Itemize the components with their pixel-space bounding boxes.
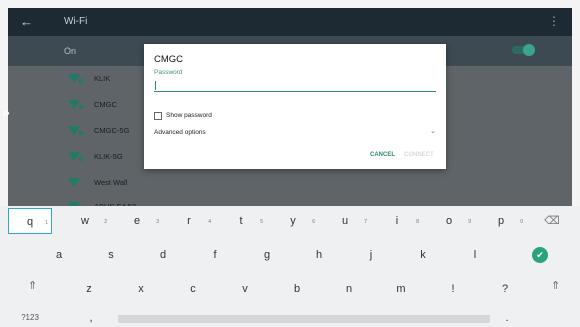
password-field[interactable] [154, 80, 436, 92]
key-label: y [290, 215, 296, 227]
key-hint: 9 [468, 219, 471, 225]
wifi-on-label: On [64, 46, 77, 56]
symbols-key[interactable]: ?123 [6, 310, 54, 326]
backspace-icon[interactable]: ⌫ [528, 208, 576, 234]
key-hint: 2 [104, 219, 107, 225]
password-label: Password [154, 69, 183, 76]
show-password-checkbox[interactable] [154, 112, 162, 120]
shift-left-icon[interactable]: ⇑ [28, 279, 37, 292]
arrow-left-icon[interactable]: ← [20, 14, 33, 29]
enter-key-check-icon[interactable]: ✔ [532, 247, 548, 263]
key-hint: 5 [260, 219, 263, 225]
key-label: w [81, 215, 89, 227]
key-u[interactable]: u7 [320, 208, 370, 234]
advanced-options[interactable]: Advanced options [154, 129, 206, 136]
key-g[interactable]: g [242, 242, 292, 268]
network-name: West Wall [94, 178, 128, 187]
key-j[interactable]: j [346, 242, 396, 268]
key-label: u [341, 215, 349, 227]
app-bar: ← Wi-Fi ⋮ [8, 8, 572, 36]
screen: ← Wi-Fi ⋮ On KLIK CMGC CMGC-5G KLIK-5G W… [0, 0, 580, 327]
key-p[interactable]: p0 [476, 208, 526, 234]
key-v[interactable]: v [220, 276, 270, 302]
key-h[interactable]: h [294, 242, 344, 268]
chevron-down-icon[interactable]: ⌄ [430, 127, 436, 135]
text-caret [155, 81, 156, 90]
key-label: p [497, 215, 505, 227]
key-question[interactable]: ? [480, 276, 530, 302]
key-w[interactable]: w2 [60, 208, 110, 234]
key-hint: 6 [312, 219, 315, 225]
key-k[interactable]: k [398, 242, 448, 268]
side-panel-chevron-icon[interactable]: » [2, 104, 18, 120]
cancel-button[interactable]: CANCEL [370, 152, 395, 158]
network-name: KLIK [94, 74, 111, 83]
key-l[interactable]: l [450, 242, 500, 268]
key-hint: 8 [416, 219, 419, 225]
wifi-toggle[interactable] [512, 44, 535, 56]
page-title: Wi-Fi [64, 16, 88, 27]
key-e[interactable]: e3 [112, 208, 162, 234]
key-hint: 7 [364, 219, 367, 225]
key-i[interactable]: i8 [372, 208, 422, 234]
key-label: t [239, 215, 243, 227]
key-s[interactable]: s [86, 242, 136, 268]
toggle-knob [523, 44, 535, 56]
key-n[interactable]: n [324, 276, 374, 302]
key-a[interactable]: a [34, 242, 84, 268]
lock-icon [79, 157, 83, 161]
network-name: CMGC-5G [94, 126, 130, 135]
key-label: i [395, 215, 399, 227]
lock-icon [79, 79, 83, 83]
key-hint: 3 [156, 219, 159, 225]
key-exclamation[interactable]: ! [428, 276, 478, 302]
key-d[interactable]: d [138, 242, 188, 268]
key-x[interactable]: x [116, 276, 166, 302]
on-screen-keyboard: q1 w2 e3 r4 t5 y6 u7 i8 o9 p0 ⌫ a s d f … [0, 206, 580, 327]
key-m[interactable]: m [376, 276, 426, 302]
key-comma[interactable]: , [84, 310, 98, 326]
show-password-label[interactable]: Show password [166, 112, 212, 119]
key-period[interactable]: . [500, 310, 514, 326]
key-z[interactable]: z [64, 276, 114, 302]
spacebar[interactable] [118, 315, 490, 323]
key-o[interactable]: o9 [424, 208, 474, 234]
key-hint: 0 [520, 219, 523, 225]
wifi-password-dialog: CMGC Password Show password Advanced opt… [144, 44, 446, 169]
network-name: KLIK-5G [94, 152, 123, 161]
overflow-menu-icon[interactable]: ⋮ [548, 14, 560, 28]
network-name: CMGC [94, 100, 117, 109]
key-r[interactable]: r4 [164, 208, 214, 234]
key-label: r [187, 215, 191, 227]
lock-icon [79, 105, 83, 109]
key-c[interactable]: c [168, 276, 218, 302]
key-label: q [26, 216, 34, 228]
shift-right-icon[interactable]: ⇑ [551, 279, 560, 292]
connect-button[interactable]: CONNECT [404, 152, 434, 158]
network-item[interactable]: West Wall [8, 170, 572, 196]
key-hint: 1 [45, 220, 48, 226]
lock-icon [79, 131, 83, 135]
key-q[interactable]: q1 [8, 208, 52, 234]
key-b[interactable]: b [272, 276, 322, 302]
wifi-signal-icon [68, 178, 80, 187]
key-label: e [133, 215, 141, 227]
key-t[interactable]: t5 [216, 208, 266, 234]
key-hint: 4 [208, 219, 211, 225]
key-label: o [445, 215, 453, 227]
key-f[interactable]: f [190, 242, 240, 268]
key-y[interactable]: y6 [268, 208, 318, 234]
dialog-title: CMGC [154, 54, 184, 65]
